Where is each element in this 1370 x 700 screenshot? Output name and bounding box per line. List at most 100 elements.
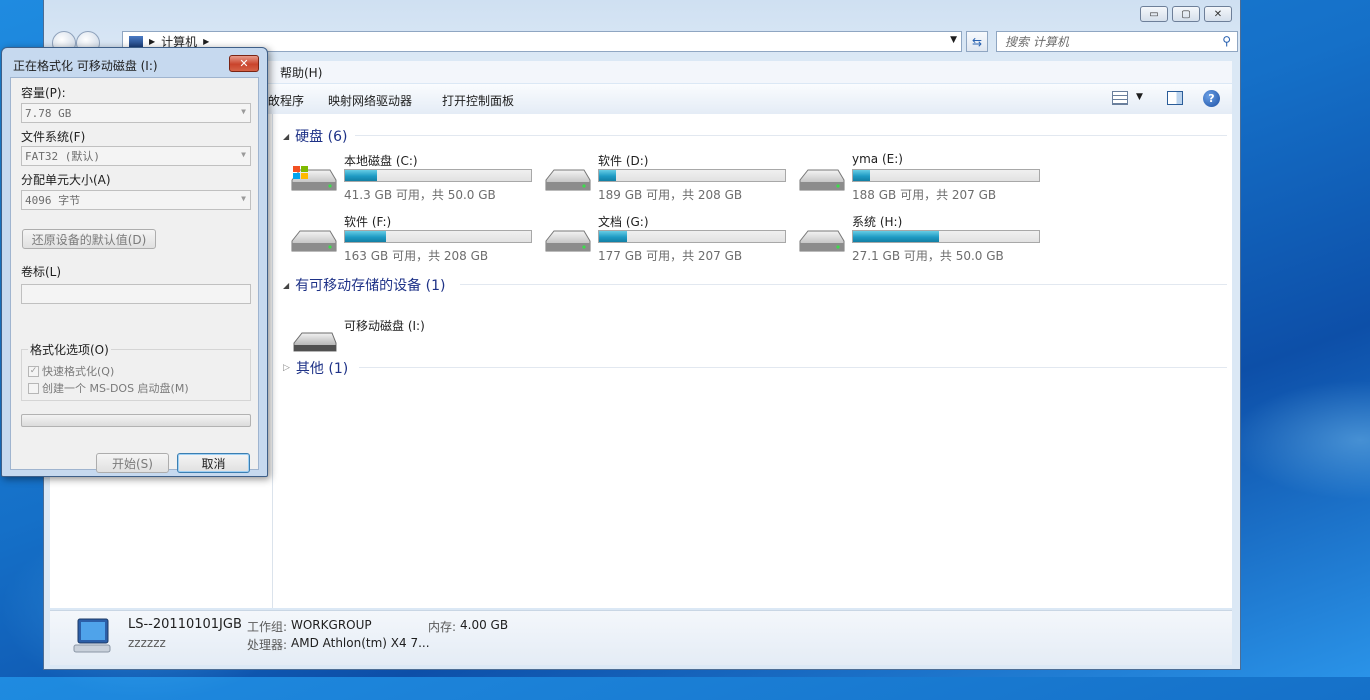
quick-format-checkbox[interactable]: ✓ [28, 365, 39, 377]
volume-label-label: 卷标(L) [21, 265, 62, 279]
chevron-down-icon: ▼ [241, 150, 246, 159]
computer-name: LS--20110101JGB [128, 617, 242, 632]
memory-label: 内存: [428, 620, 457, 634]
search-input[interactable]: 搜索 计算机 ⚲ [996, 31, 1238, 52]
allocation-unit-label: 分配单元大小(A) [21, 173, 111, 187]
toolbar-open-control-panel[interactable]: 打开控制面板 [442, 92, 514, 109]
window-caption-buttons: ▭ ▢ ✕ [1140, 6, 1232, 22]
hard-disk-icon [798, 223, 846, 257]
drive-usage-bar [852, 169, 1040, 182]
quick-format-label: 快速格式化(Q) [42, 365, 115, 378]
group-hard-disks-label: 硬盘 (6) [295, 129, 348, 145]
search-placeholder: 搜索 计算机 [1005, 35, 1069, 49]
search-icon[interactable]: ⚲ [1222, 34, 1231, 48]
hard-disk-icon [544, 223, 592, 257]
drive-usage-fill [853, 170, 870, 181]
capacity-value: 7.78 GB [25, 106, 72, 120]
group-hard-disks[interactable]: ◢ 硬盘 (6) [283, 126, 347, 146]
format-dialog: 正在格式化 可移动磁盘 (I:) ✕ 容量(P): 7.78 GB ▼ 文件系统… [1, 47, 268, 477]
msdos-boot-checkbox[interactable] [28, 382, 39, 394]
restore-defaults-button[interactable]: 还原设备的默认值(D) [22, 229, 156, 249]
group-divider [359, 367, 1227, 368]
dialog-body: 容量(P): 7.78 GB ▼ 文件系统(F) FAT32 (默认) ▼ 分配… [10, 77, 259, 473]
hard-disk-tile[interactable]: 软件 (D:) 189 GB 可用，共 208 GB [544, 152, 794, 208]
msdos-boot-option[interactable]: 创建一个 MS-DOS 启动盘(M) [28, 380, 189, 396]
menu-help[interactable]: 帮助(H) [280, 64, 322, 81]
drive-free-space: 189 GB 可用，共 208 GB [598, 188, 743, 202]
group-divider [355, 135, 1227, 136]
allocation-unit-select[interactable]: 4096 字节 ▼ [21, 190, 251, 210]
navigation-pane-divider[interactable] [272, 114, 273, 608]
volume-label-input[interactable] [21, 284, 251, 304]
collapse-arrow-icon[interactable]: ◢ [283, 132, 289, 141]
close-button[interactable]: ✕ [1204, 6, 1232, 22]
details-pane: LS--20110101JGB zzzzzz 工作组: WORKGROUP 内存… [50, 610, 1232, 665]
drive-usage-bar [852, 230, 1040, 243]
drive-name: 软件 (D:) [598, 154, 649, 168]
hard-disk-icon [798, 162, 846, 196]
start-button[interactable]: 开始(S) [96, 453, 169, 473]
filesystem-label: 文件系统(F) [21, 130, 86, 144]
hard-disk-tile[interactable]: 本地磁盘 (C:) 41.3 GB 可用，共 50.0 GB [290, 152, 540, 208]
view-options-icon[interactable] [1112, 91, 1128, 105]
dialog-close-button[interactable]: ✕ [229, 55, 259, 72]
help-icon[interactable]: ? [1203, 90, 1220, 107]
filesystem-select[interactable]: FAT32 (默认) ▼ [21, 146, 251, 166]
hard-disk-tile[interactable]: yma (E:) 188 GB 可用，共 207 GB [798, 152, 1048, 208]
drive-name: 本地磁盘 (C:) [344, 154, 418, 168]
expand-arrow-icon[interactable]: ▷ [283, 363, 290, 373]
removable-drive-name: 可移动磁盘 (I:) [344, 319, 425, 333]
chevron-down-icon: ▼ [241, 107, 246, 116]
drive-free-space: 27.1 GB 可用，共 50.0 GB [852, 249, 1004, 263]
group-removable[interactable]: ◢ 有可移动存储的设备 (1) [283, 275, 445, 295]
minimize-button[interactable]: ▭ [1140, 6, 1168, 22]
breadcrumb-separator-icon: ▶ [203, 37, 210, 46]
msdos-boot-label: 创建一个 MS-DOS 启动盘(M) [42, 382, 189, 395]
format-progress-bar [21, 414, 251, 427]
drive-usage-bar [344, 230, 532, 243]
capacity-select[interactable]: 7.78 GB ▼ [21, 103, 251, 123]
toolbar-map-network-drive[interactable]: 映射网络驱动器 [328, 92, 412, 109]
computer-icon [129, 36, 143, 47]
drive-name: 软件 (F:) [344, 215, 392, 229]
allocation-unit-value: 4096 字节 [25, 194, 81, 207]
maximize-icon: ▢ [1181, 8, 1191, 20]
group-divider [460, 284, 1227, 285]
address-dropdown-icon[interactable]: ▼ [950, 35, 957, 45]
drive-free-space: 41.3 GB 可用，共 50.0 GB [344, 188, 496, 202]
maximize-button[interactable]: ▢ [1172, 6, 1200, 22]
hard-disk-tile[interactable]: 文档 (G:) 177 GB 可用，共 207 GB [544, 213, 794, 269]
refresh-button[interactable]: ⇆ [966, 31, 988, 52]
group-other[interactable]: ▷ 其他 (1) [283, 358, 348, 378]
collapse-arrow-icon[interactable]: ◢ [283, 281, 289, 290]
drive-usage-fill [345, 170, 377, 181]
workgroup-value: WORKGROUP [291, 618, 372, 632]
user-name: zzzzzz [128, 636, 166, 650]
breadcrumb-separator-icon: ▶ [149, 37, 156, 46]
drive-name: 系统 (H:) [852, 215, 903, 229]
group-other-label: 其他 (1) [295, 361, 349, 377]
drive-usage-bar [598, 230, 786, 243]
hard-disk-tile[interactable]: 系统 (H:) 27.1 GB 可用，共 50.0 GB [798, 213, 1048, 269]
drive-usage-fill [599, 170, 616, 181]
removable-drive-icon [290, 327, 338, 361]
drive-usage-fill [853, 231, 939, 242]
hard-disk-icon [544, 162, 592, 196]
format-options-label: 格式化选项(O) [28, 341, 111, 358]
drive-name: 文档 (G:) [598, 215, 649, 229]
cancel-button[interactable]: 取消 [177, 453, 250, 473]
hard-disk-tile[interactable]: 软件 (F:) 163 GB 可用，共 208 GB [290, 213, 540, 269]
drive-usage-fill [345, 231, 386, 242]
toolbar-uninstall-program[interactable]: 敀程序 [268, 92, 304, 109]
chevron-down-icon: ▼ [241, 194, 246, 203]
dialog-title: 正在格式化 可移动磁盘 (I:) [13, 59, 158, 73]
hard-disk-icon [290, 223, 338, 257]
drive-free-space: 163 GB 可用，共 208 GB [344, 249, 489, 263]
preview-pane-icon[interactable] [1167, 91, 1183, 105]
drive-name: yma (E:) [852, 152, 903, 166]
refresh-icon: ⇆ [971, 34, 983, 49]
quick-format-option[interactable]: ✓ 快速格式化(Q) [28, 363, 114, 379]
capacity-label: 容量(P): [21, 86, 66, 100]
view-dropdown-icon[interactable]: ▼ [1136, 92, 1143, 102]
memory-value: 4.00 GB [460, 618, 509, 632]
